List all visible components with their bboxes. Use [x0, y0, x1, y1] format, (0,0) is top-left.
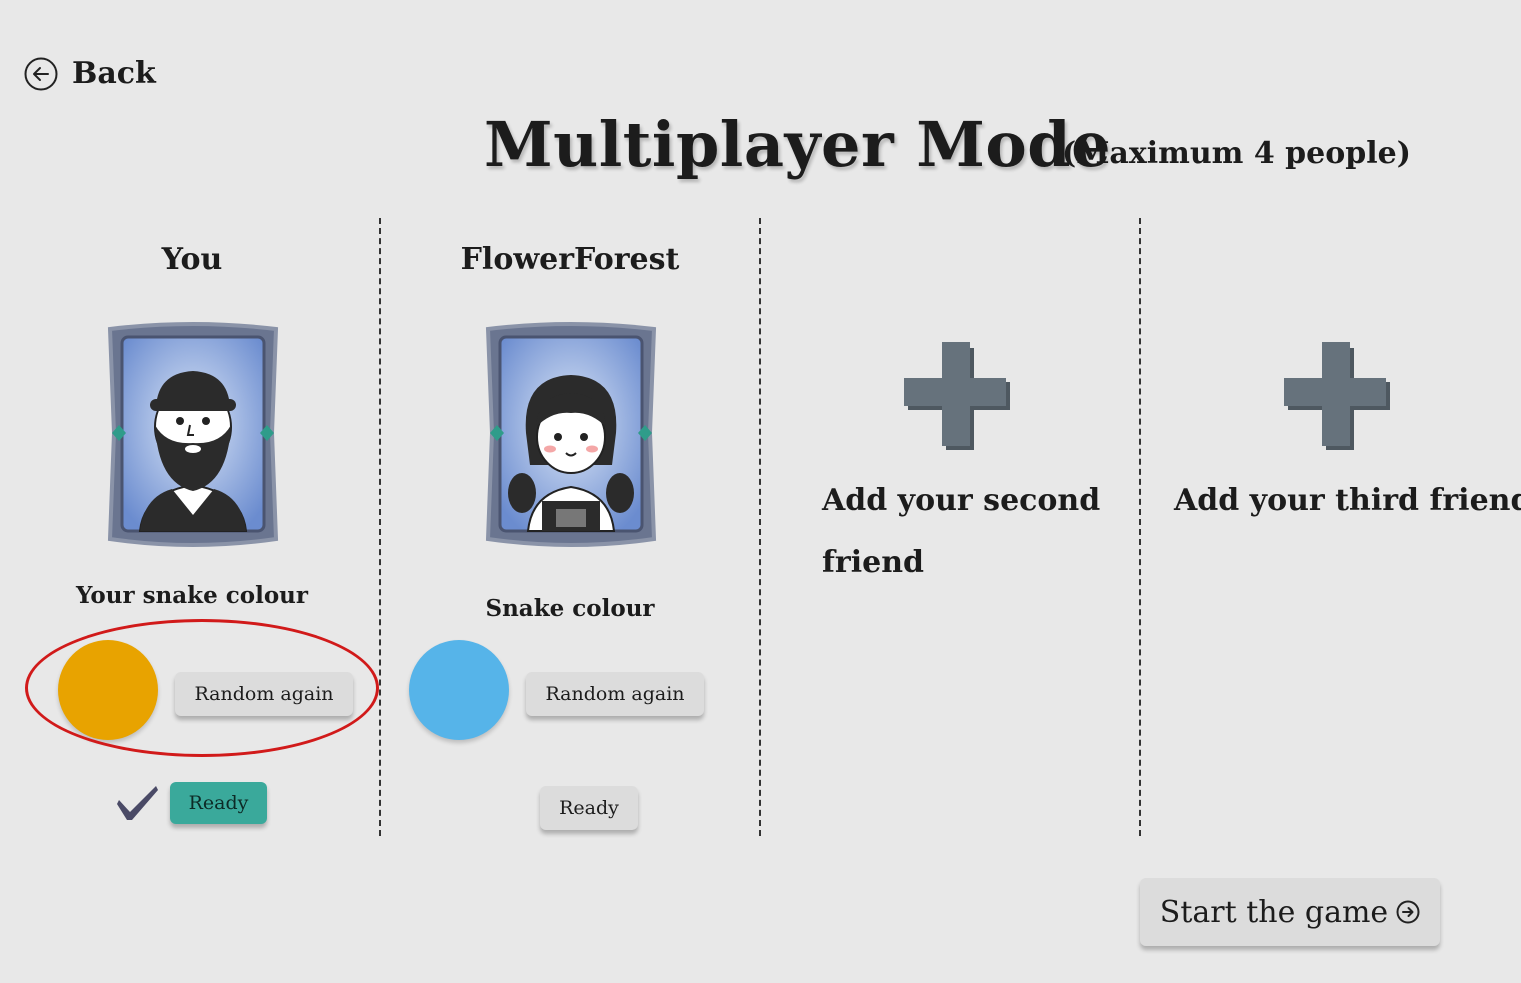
page-title: Multiplayer Mode — [484, 108, 1112, 181]
back-button[interactable]: Back — [24, 56, 156, 91]
arrow-left-circle-icon — [24, 57, 58, 90]
girl-with-braids-avatar — [485, 322, 657, 547]
colour-label: Your snake colour — [75, 582, 309, 609]
page-subtitle: (Maximum 4 people) — [1062, 136, 1411, 171]
plus-icon[interactable] — [902, 342, 1014, 454]
player-name: FlowerForest — [460, 242, 680, 277]
colour-label: Snake colour — [485, 595, 655, 622]
start-game-label: Start the game — [1159, 894, 1389, 930]
arrow-right-circle-icon — [1396, 900, 1420, 924]
column-divider — [1139, 218, 1141, 836]
add-friend-label[interactable]: Add your third friend — [1174, 470, 1521, 532]
bearded-man-avatar — [107, 322, 279, 547]
highlight-ring — [25, 619, 379, 757]
checkmark-icon — [117, 786, 158, 820]
back-label: Back — [72, 56, 156, 91]
plus-icon[interactable] — [1282, 342, 1394, 454]
random-again-button[interactable]: Random again — [526, 672, 704, 716]
ready-button[interactable]: Ready — [540, 786, 638, 830]
column-divider — [379, 218, 381, 836]
add-friend-label[interactable]: Add your second friend — [822, 470, 1112, 594]
player-name: You — [161, 242, 223, 277]
ready-button[interactable]: Ready — [170, 782, 267, 824]
column-divider — [759, 218, 761, 836]
start-game-button[interactable]: Start the game — [1140, 878, 1440, 946]
snake-colour-swatch — [409, 640, 509, 740]
